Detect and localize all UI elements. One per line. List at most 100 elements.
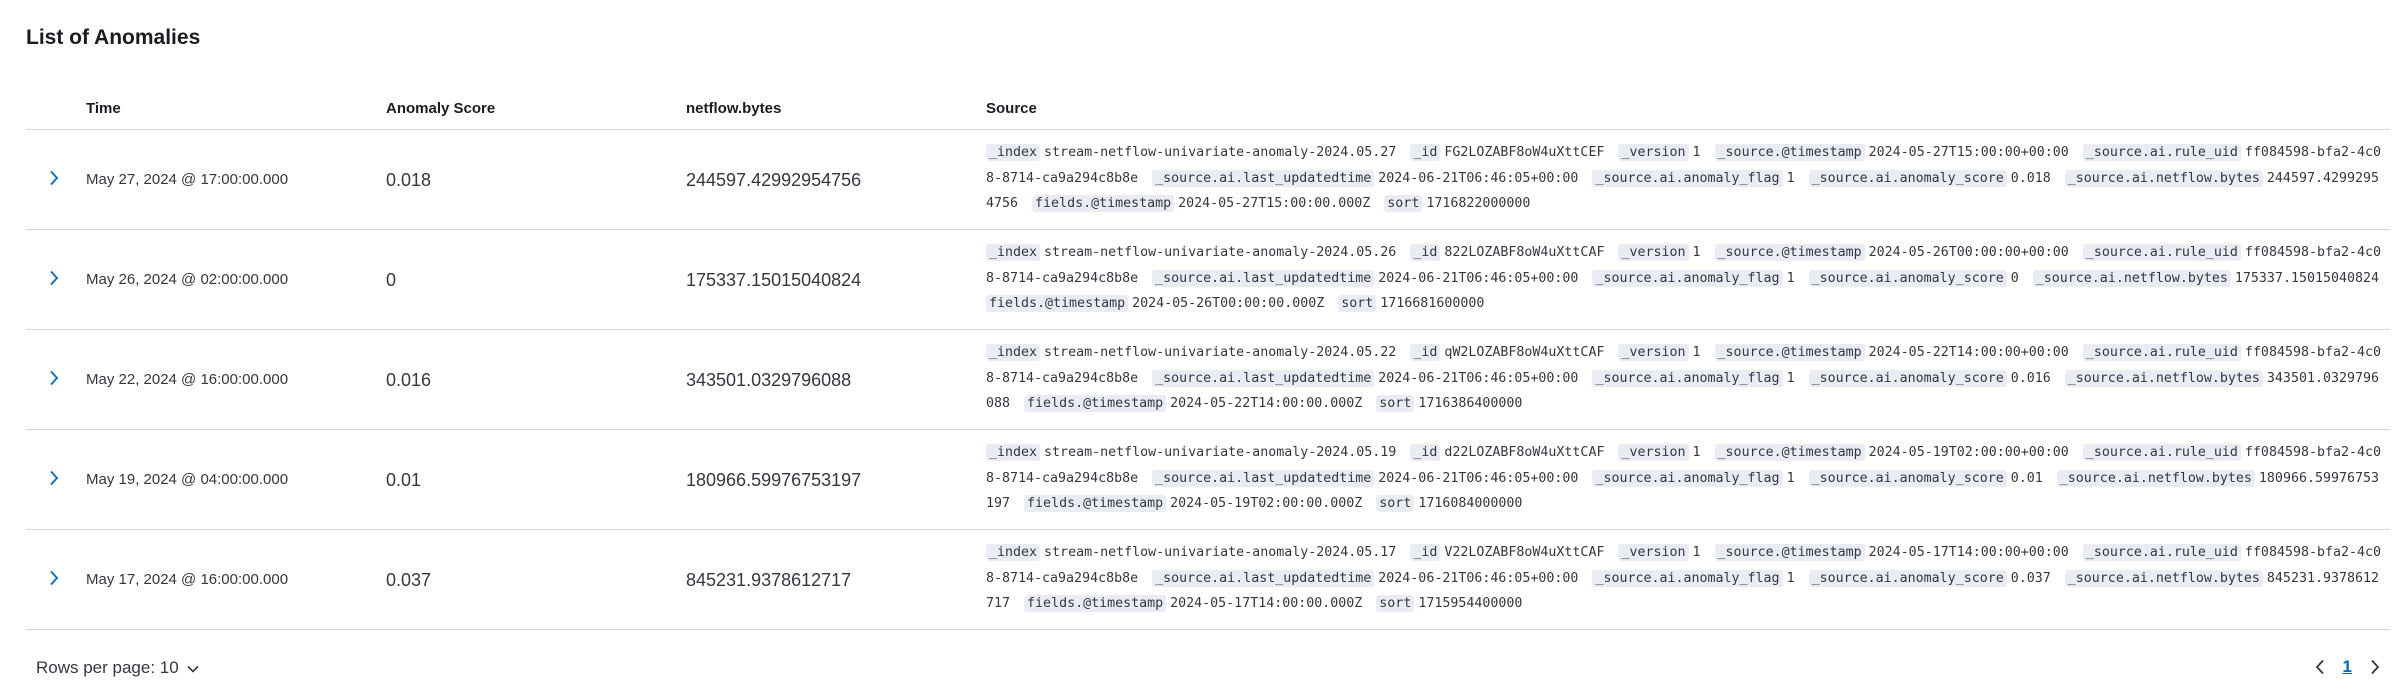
source-field-key: _index	[986, 544, 1041, 561]
source-field-value: stream-netflow-univariate-anomaly-2024.0…	[1044, 245, 1397, 260]
expand-row-button[interactable]	[40, 566, 68, 594]
source-field-key: _source.ai.netflow.bytes	[2032, 269, 2231, 287]
source-field-key: _source.ai.anomaly_flag	[1592, 269, 1783, 287]
page-number-current[interactable]: 1	[2343, 657, 2352, 677]
source-field-key: _version	[1618, 144, 1689, 161]
cell-time: May 26, 2024 @ 02:00:00.000	[86, 271, 289, 288]
source-field-key: _source.ai.anomaly_score	[1808, 369, 2007, 387]
column-header-source[interactable]: Source	[986, 100, 1037, 117]
expand-row-button[interactable]	[40, 366, 68, 394]
source-field-value: 2024-05-17T14:00:00+00:00	[1868, 545, 2069, 560]
source-field-value: stream-netflow-univariate-anomaly-2024.0…	[1044, 145, 1397, 160]
source-field-key: sort	[1376, 395, 1415, 412]
source-field-value: 2024-05-22T14:00:00.000Z	[1170, 396, 1363, 411]
cell-netflow-bytes: 180966.59976753197	[686, 470, 862, 490]
source-field-key: _id	[1410, 244, 1441, 261]
source-field-value: 1	[1786, 470, 1795, 486]
source-field-key: _id	[1410, 344, 1441, 361]
rows-per-page-button[interactable]: Rows per page: 10	[36, 658, 199, 678]
source-field-value: 1	[1786, 370, 1795, 386]
source-field-key: _version	[1618, 444, 1689, 461]
table-row: May 22, 2024 @ 16:00:00.000 0.016 343501.0…	[26, 330, 2390, 430]
source-field-key: _source.ai.anomaly_score	[1808, 269, 2007, 287]
source-field-key: _source.ai.anomaly_flag	[1592, 469, 1783, 487]
table-row: May 26, 2024 @ 02:00:00.000 0 175337.15015…	[26, 230, 2390, 330]
cell-source: _index stream-netflow-univariate-anomaly-…	[986, 240, 2386, 317]
chevron-right-icon	[49, 270, 59, 291]
expand-row-button[interactable]	[40, 166, 68, 194]
source-field-value: 1	[1786, 570, 1795, 586]
source-field-value: 1715954400000	[1418, 596, 1523, 611]
cell-netflow-bytes: 343501.0329796088	[686, 370, 852, 390]
cell-anomaly-score: 0	[386, 270, 397, 290]
source-field-key: _source.@timestamp	[1714, 544, 1865, 561]
table-row: May 19, 2024 @ 04:00:00.000 0.01 180966.59…	[26, 430, 2390, 530]
column-header-time[interactable]: Time	[86, 100, 121, 117]
source-field-value: 1	[1786, 270, 1795, 286]
chevron-right-icon	[49, 170, 59, 191]
source-field-key: _index	[986, 144, 1041, 161]
table-header: Time Anomaly Score netflow.bytes Source	[26, 82, 2390, 130]
expand-row-button[interactable]	[40, 266, 68, 294]
cell-time: May 19, 2024 @ 04:00:00.000	[86, 471, 289, 488]
source-field-key: _version	[1618, 544, 1689, 561]
cell-time: May 17, 2024 @ 16:00:00.000	[86, 571, 289, 588]
cell-source: _index stream-netflow-univariate-anomaly-…	[986, 540, 2386, 617]
source-field-key: _source.ai.netflow.bytes	[2064, 169, 2263, 187]
source-field-value: FG2LOZABF8oW4uXttCEF	[1444, 145, 1605, 160]
source-field-value: 1716681600000	[1380, 296, 1485, 311]
source-field-value: 2024-05-26T00:00:00+00:00	[1868, 245, 2069, 260]
source-field-value: 1	[1786, 170, 1795, 186]
column-header-anomaly-score[interactable]: Anomaly Score	[386, 100, 495, 117]
rows-per-page-label: Rows per page: 10	[36, 658, 179, 677]
source-field-value: d22LOZABF8oW4uXttCAF	[1444, 445, 1605, 460]
chevron-right-icon	[49, 570, 59, 591]
cell-time: May 22, 2024 @ 16:00:00.000	[86, 371, 289, 388]
cell-netflow-bytes: 244597.42992954756	[686, 170, 862, 190]
source-field-value: 2024-06-21T06:46:05+00:00	[1378, 170, 1579, 186]
chevron-left-icon[interactable]	[2311, 656, 2329, 678]
source-field-value: 0	[2010, 270, 2019, 286]
source-field-value: stream-netflow-univariate-anomaly-2024.0…	[1044, 545, 1397, 560]
source-field-key: _source.@timestamp	[1714, 144, 1865, 161]
source-field-key: sort	[1338, 295, 1377, 312]
source-field-key: fields.@timestamp	[986, 295, 1129, 312]
source-field-value: 1	[1692, 245, 1701, 260]
source-field-value: 2024-05-27T15:00:00.000Z	[1178, 196, 1371, 211]
source-field-key: _source.ai.last_updatedtime	[1152, 369, 1375, 387]
source-field-key: sort	[1376, 595, 1415, 612]
cell-anomaly-score: 0.018	[386, 170, 432, 190]
source-field-value: 1716386400000	[1418, 396, 1523, 411]
source-field-value: 0.037	[2010, 570, 2051, 586]
source-field-key: _source.ai.rule_uid	[2082, 144, 2241, 161]
source-field-key: sort	[1376, 495, 1415, 512]
source-field-value: 2024-06-21T06:46:05+00:00	[1378, 370, 1579, 386]
source-field-key: _source.ai.anomaly_flag	[1592, 369, 1783, 387]
chevron-right-icon[interactable]	[2366, 656, 2384, 678]
source-field-key: _source.ai.rule_uid	[2082, 544, 2241, 561]
source-field-key: _source.ai.anomaly_flag	[1592, 169, 1783, 187]
source-field-value: 1	[1692, 545, 1701, 560]
source-field-value: 2024-05-17T14:00:00.000Z	[1170, 596, 1363, 611]
source-field-value: stream-netflow-univariate-anomaly-2024.0…	[1044, 345, 1397, 360]
source-field-value: 0.01	[2010, 470, 2043, 486]
cell-anomaly-score: 0.037	[386, 570, 432, 590]
source-field-value: 1716822000000	[1426, 196, 1531, 211]
source-field-value: 822LOZABF8oW4uXttCAF	[1444, 245, 1605, 260]
source-field-key: _source.ai.last_updatedtime	[1152, 469, 1375, 487]
source-field-key: _version	[1618, 244, 1689, 261]
source-field-key: _source.ai.last_updatedtime	[1152, 569, 1375, 587]
source-field-value: 2024-06-21T06:46:05+00:00	[1378, 470, 1579, 486]
table-body: May 27, 2024 @ 17:00:00.000 0.018 244597.4…	[26, 130, 2390, 630]
table-row: May 17, 2024 @ 16:00:00.000 0.037 845231.9…	[26, 530, 2390, 630]
table-row: May 27, 2024 @ 17:00:00.000 0.018 244597.4…	[26, 130, 2390, 230]
source-field-key: _source.ai.last_updatedtime	[1152, 269, 1375, 287]
expand-row-button[interactable]	[40, 466, 68, 494]
source-field-key: _id	[1410, 544, 1441, 561]
chevron-right-icon	[49, 370, 59, 391]
table-footer: Rows per page: 10 1	[26, 650, 2390, 680]
source-field-key: sort	[1384, 195, 1423, 212]
column-header-netflow-bytes[interactable]: netflow.bytes	[686, 100, 781, 117]
source-field-key: _index	[986, 244, 1041, 261]
cell-source: _index stream-netflow-univariate-anomaly-…	[986, 440, 2386, 517]
